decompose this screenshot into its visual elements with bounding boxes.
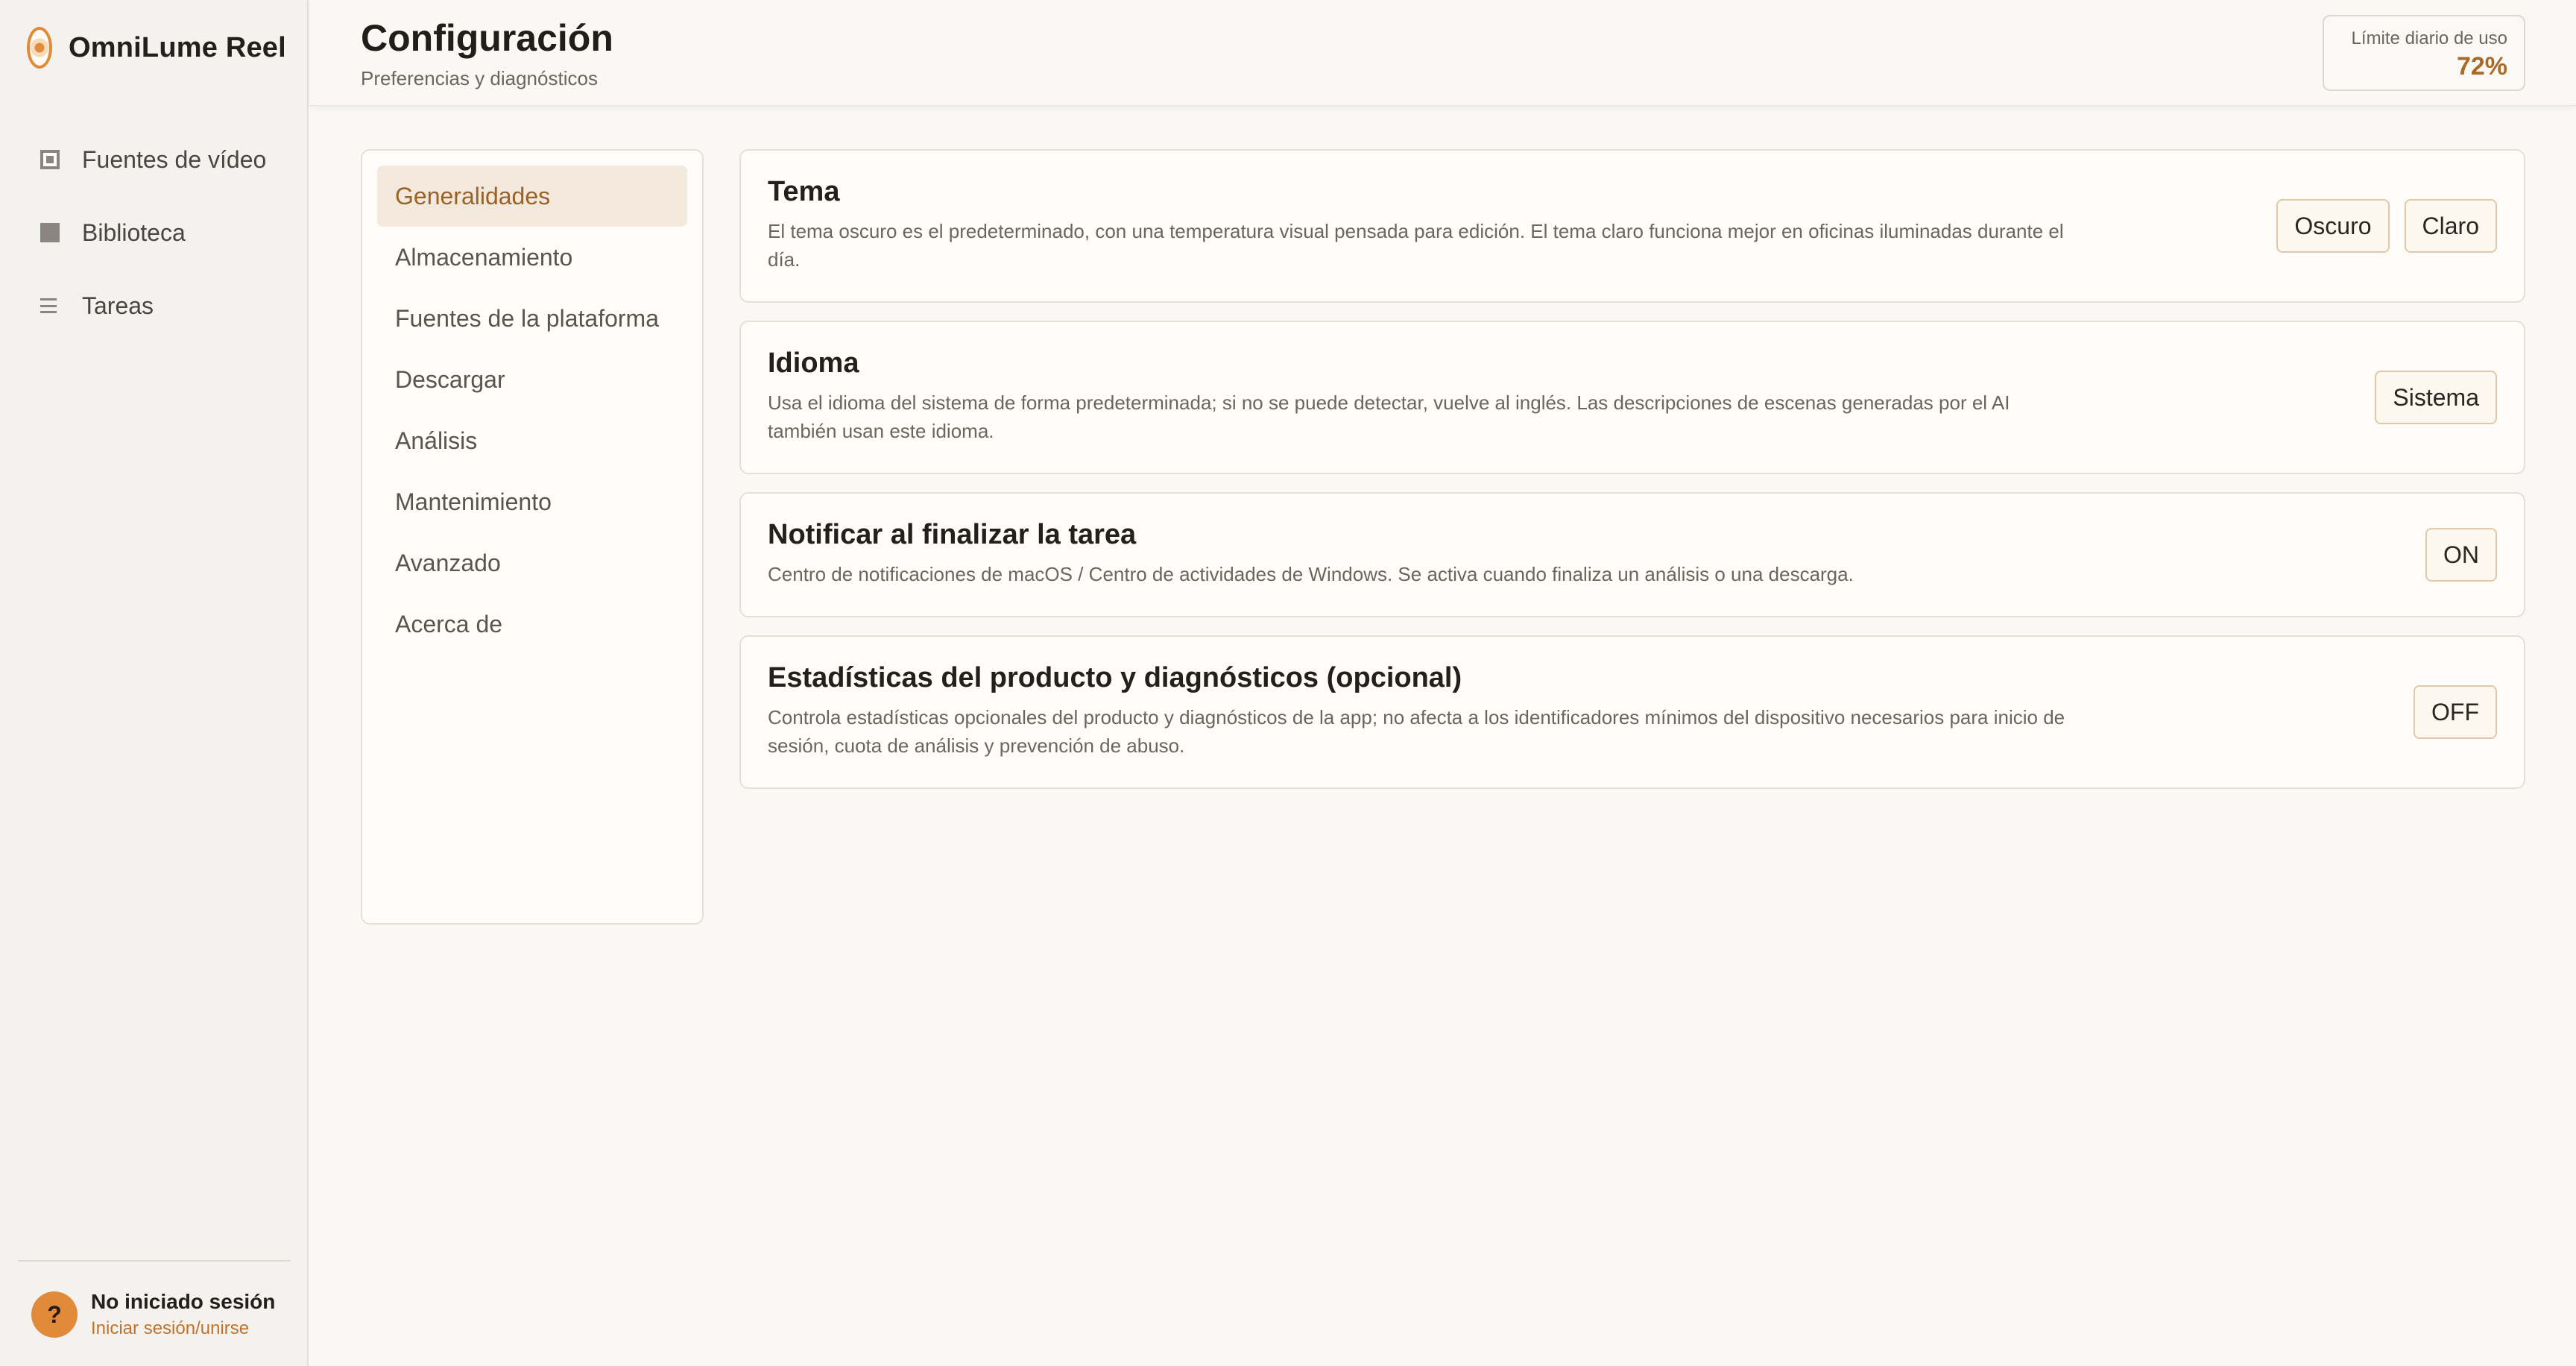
page-header: Configuración Preferencias y diagnóstico… — [310, 0, 2576, 106]
sidebar-item-library[interactable]: Biblioteca — [0, 207, 307, 258]
sidebar-item-label: Tareas — [82, 292, 154, 319]
user-account[interactable]: ? No iniciado sesión Iniciar sesión/unir… — [31, 1290, 275, 1339]
notify-toggle[interactable]: ON — [2425, 528, 2497, 582]
settings-menu: Generalidades Almacenamiento Fuentes de … — [361, 149, 704, 925]
theme-light-button[interactable]: Claro — [2404, 199, 2497, 253]
library-icon — [40, 223, 60, 242]
theme-description: El tema oscuro es el predeterminado, con… — [768, 220, 2064, 271]
settings-menu-advanced[interactable]: Avanzado — [377, 532, 687, 594]
quota-label: Límite diario de uso — [2351, 28, 2507, 48]
stats-options: OFF — [2414, 637, 2497, 787]
sidebar-divider — [18, 1260, 291, 1262]
stats-description: Controla estadísticas opcionales del pro… — [768, 706, 2065, 757]
settings-menu-about[interactable]: Acerca de — [377, 594, 687, 655]
language-description: Usa el idioma del sistema de forma prede… — [768, 391, 2010, 442]
app-name: OmniLume Reel — [69, 31, 286, 63]
notify-card: Notificar al finalizar la tarea Centro d… — [739, 492, 2525, 617]
stats-toggle[interactable]: OFF — [2414, 685, 2497, 739]
settings-menu-maintenance[interactable]: Mantenimiento — [377, 471, 687, 532]
notify-options: ON — [2425, 494, 2497, 616]
settings-menu-platform-sources[interactable]: Fuentes de la plataforma — [377, 288, 687, 349]
settings-menu-storage[interactable]: Almacenamiento — [377, 227, 687, 288]
brand: OmniLume Reel — [27, 27, 286, 69]
theme-title: Tema — [768, 176, 840, 207]
language-options: Sistema — [2375, 322, 2497, 473]
notify-description: Centro de notificaciones de macOS / Cent… — [768, 563, 1854, 585]
language-select-button[interactable]: Sistema — [2375, 371, 2497, 424]
sidebar-item-video-sources[interactable]: Fuentes de vídeo — [0, 134, 307, 185]
settings-content: Tema El tema oscuro es el predeterminado… — [739, 149, 2525, 807]
avatar[interactable]: ? — [31, 1291, 78, 1338]
login-status: No iniciado sesión — [91, 1290, 276, 1313]
app-logo-icon — [27, 27, 52, 69]
theme-options: Oscuro Claro — [2276, 151, 2497, 301]
page-subtitle: Preferencias y diagnósticos — [361, 67, 598, 89]
tasks-icon — [40, 298, 60, 313]
daily-quota-badge: Límite diario de uso 72% — [2323, 15, 2525, 91]
stats-title: Estadísticas del producto y diagnósticos… — [768, 662, 1462, 693]
quota-value: 72% — [2456, 52, 2507, 81]
settings-menu-general[interactable]: Generalidades — [377, 166, 687, 227]
sidebar-item-tasks[interactable]: Tareas — [0, 280, 307, 331]
sidebar-item-label: Fuentes de vídeo — [82, 145, 267, 173]
sidebar: OmniLume Reel Fuentes de vídeo Bibliotec… — [0, 0, 309, 1366]
video-source-icon — [40, 150, 60, 169]
settings-menu-analysis[interactable]: Análisis — [377, 410, 687, 471]
theme-dark-button[interactable]: Oscuro — [2276, 199, 2390, 253]
settings-menu-download[interactable]: Descargar — [377, 349, 687, 410]
notify-title: Notificar al finalizar la tarea — [768, 519, 1137, 550]
sidebar-item-label: Biblioteca — [82, 218, 186, 246]
login-link[interactable]: Iniciar sesión/unirse — [91, 1318, 275, 1339]
language-title: Idioma — [768, 347, 859, 379]
theme-card: Tema El tema oscuro es el predeterminado… — [739, 149, 2525, 303]
page-title: Configuración — [361, 17, 613, 59]
stats-card: Estadísticas del producto y diagnósticos… — [739, 635, 2525, 789]
language-card: Idioma Usa el idioma del sistema de form… — [739, 321, 2525, 474]
sidebar-nav: Fuentes de vídeo Biblioteca Tareas — [0, 134, 307, 353]
